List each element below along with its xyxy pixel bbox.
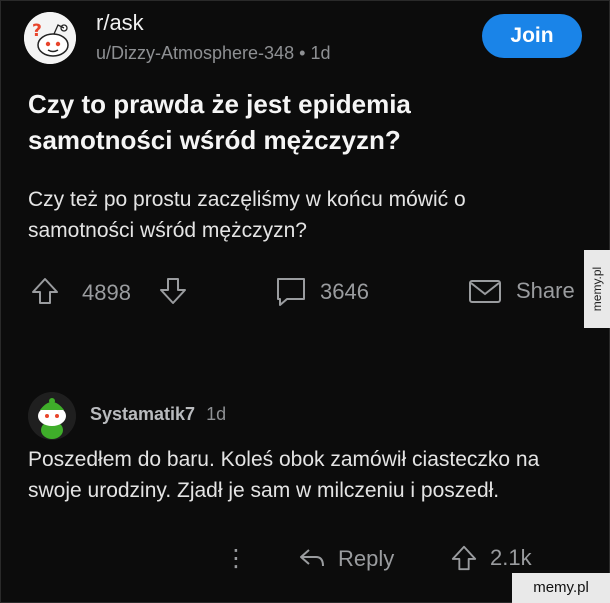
post-vote-count: 4898 bbox=[82, 280, 131, 305]
comment-body: Poszedłem do baru. Koleś obok zamówił ci… bbox=[28, 448, 540, 502]
comment-icon bbox=[277, 278, 305, 306]
comments-button[interactable]: 3646 bbox=[274, 276, 369, 308]
upvote-icon bbox=[32, 278, 58, 304]
memy-bottom-watermark: memy.pl bbox=[512, 573, 610, 603]
meta-separator: • bbox=[299, 43, 306, 63]
downvote-button[interactable] bbox=[158, 276, 188, 306]
subreddit-avatar[interactable]: ? bbox=[24, 12, 76, 64]
reply-arrow-icon bbox=[300, 549, 324, 567]
comment-upvote-icon bbox=[451, 545, 477, 571]
share-button[interactable]: Share bbox=[468, 276, 575, 306]
memy-side-watermark: memy.pl bbox=[584, 250, 610, 328]
svg-text:?: ? bbox=[32, 21, 42, 41]
subreddit-name[interactable]: r/ask bbox=[96, 10, 144, 36]
share-mail-icon bbox=[469, 280, 501, 303]
downvote-icon bbox=[160, 278, 186, 304]
snoo-icon: ? bbox=[24, 12, 76, 64]
comment-more-button[interactable]: ⋮ bbox=[224, 544, 248, 573]
join-button[interactable]: Join bbox=[482, 14, 582, 58]
comment-age: 1d bbox=[206, 404, 227, 424]
share-label: Share bbox=[516, 278, 575, 303]
post-title[interactable]: Czy to prawda że jest epidemia samotnośc… bbox=[28, 86, 548, 158]
comment-vote-count: 2.1k bbox=[490, 545, 532, 570]
post-comment-count: 3646 bbox=[320, 279, 369, 304]
reply-button[interactable]: Reply bbox=[298, 546, 394, 572]
upvote-button[interactable] bbox=[30, 276, 60, 306]
post-author[interactable]: u/Dizzy-Atmosphere-348 bbox=[96, 43, 294, 63]
comment-username[interactable]: Systamatik7 bbox=[90, 404, 195, 424]
post-body: Czy też po prostu zaczęliśmy w końcu mów… bbox=[28, 188, 466, 242]
comment-upvote-button[interactable]: 2.1k bbox=[450, 544, 532, 572]
snoo-avatar-icon bbox=[28, 392, 76, 440]
comment-avatar[interactable] bbox=[28, 392, 76, 440]
side-watermark-text: memy.pl bbox=[590, 266, 604, 312]
reply-label: Reply bbox=[338, 546, 395, 571]
post-age: 1d bbox=[310, 43, 331, 63]
comment-header: Systamatik7 1d bbox=[90, 404, 226, 425]
post-meta: u/Dizzy-Atmosphere-348 • 1d bbox=[96, 43, 330, 64]
